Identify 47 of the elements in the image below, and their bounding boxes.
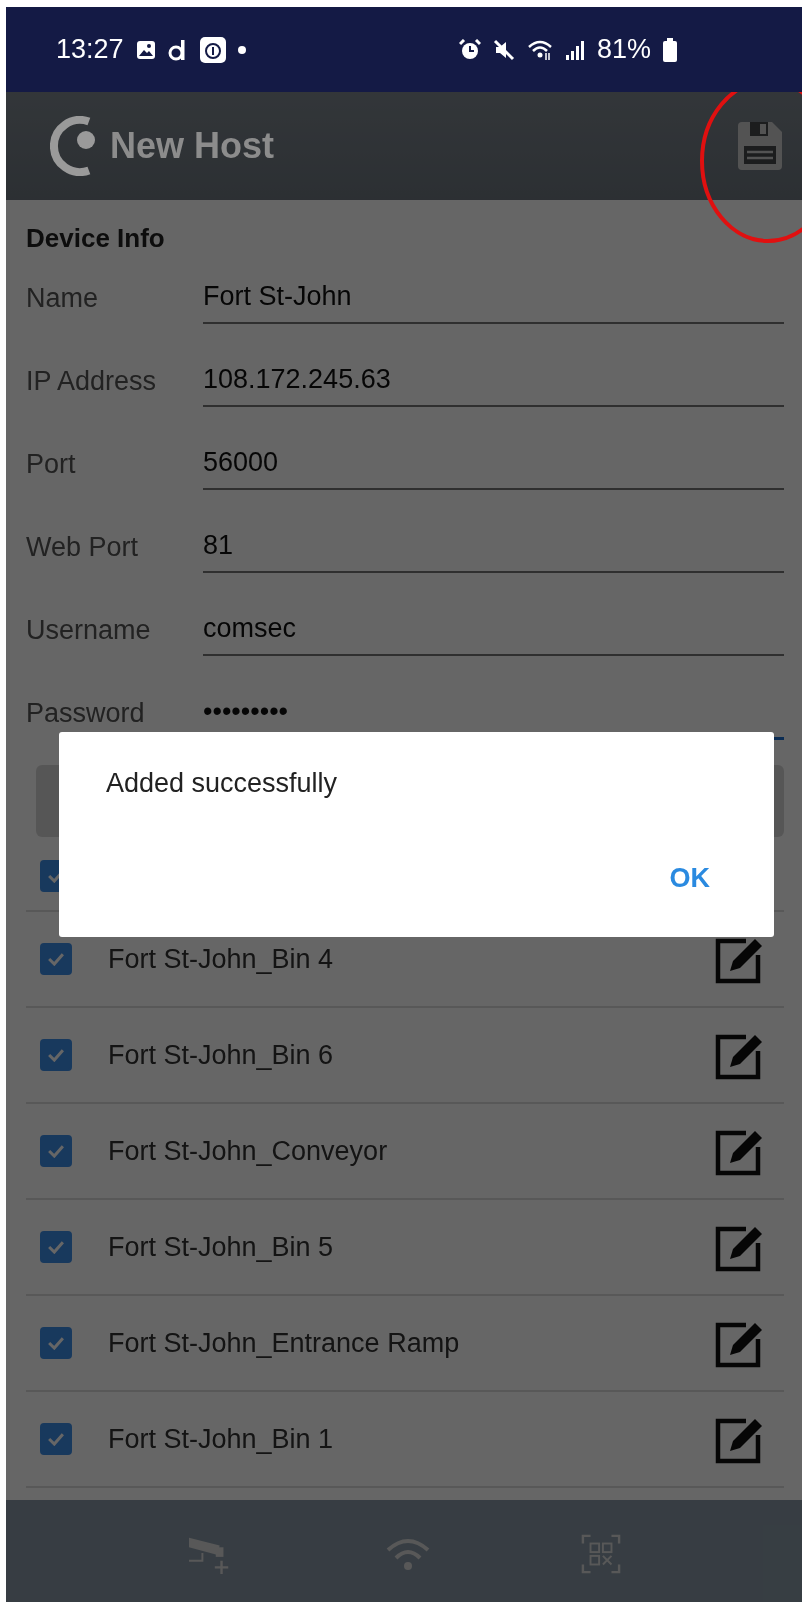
checkbox[interactable]: [40, 1423, 72, 1455]
field-label: Username: [26, 615, 152, 646]
field-label: Port: [26, 449, 77, 480]
dialog-message: Added successfully: [106, 768, 339, 799]
qr-scan-button[interactable]: [581, 1534, 621, 1574]
input-field[interactable]: Fort St-John: [203, 273, 784, 324]
dot-icon: [237, 45, 246, 54]
camera-name: Fort St-John_Bin 6: [108, 1039, 334, 1071]
section-title: Device Info: [26, 222, 166, 255]
camera-name: Fort St-John_Bin 1: [108, 1423, 334, 1455]
field-label: Name: [26, 283, 100, 314]
camera-name: Fort St-John_Bin 4: [108, 943, 334, 975]
wifi-button[interactable]: [385, 1536, 431, 1572]
letter-d-icon: [167, 38, 188, 61]
battery-percentage: 81%: [596, 34, 651, 65]
input-field[interactable]: 56000: [203, 439, 784, 490]
checkmark-icon: [48, 1336, 64, 1350]
wifi-icon: [526, 38, 553, 61]
battery-icon: [663, 37, 677, 62]
field-label: Password: [26, 698, 146, 729]
input-field[interactable]: 108.172.245.63: [203, 356, 784, 407]
checkbox[interactable]: [40, 943, 72, 975]
field-label: IP Address: [26, 366, 158, 397]
checkbox[interactable]: [40, 1327, 72, 1359]
screen-title: New Host: [110, 125, 275, 167]
camera-name: Fort St-John_Conveyor: [108, 1135, 388, 1167]
app-icon: [199, 36, 226, 63]
checkbox[interactable]: [40, 1135, 72, 1167]
camera-name: Fort St-John_Bin 5: [108, 1231, 334, 1263]
status-time: 13:27: [56, 34, 124, 65]
input-field[interactable]: 81: [203, 522, 784, 573]
camera-name: Fort St-John_Entrance Ramp: [108, 1327, 460, 1359]
crescent-logo-icon: [50, 116, 96, 176]
checkmark-icon: [48, 1432, 64, 1446]
checkmark-icon: [48, 1240, 64, 1254]
mute-icon: [492, 38, 515, 61]
checkmark-icon: [48, 1048, 64, 1062]
alarm-icon: [458, 38, 481, 61]
checkmark-icon: [48, 1144, 64, 1158]
input-field[interactable]: comsec: [203, 605, 784, 656]
checkbox[interactable]: [40, 1039, 72, 1071]
gallery-icon: [135, 39, 156, 60]
signal-icon: [564, 38, 585, 61]
checkbox[interactable]: [40, 1231, 72, 1263]
checkmark-icon: [48, 952, 64, 966]
ok-button[interactable]: OK: [667, 859, 712, 898]
field-label: Web Port: [26, 532, 140, 563]
